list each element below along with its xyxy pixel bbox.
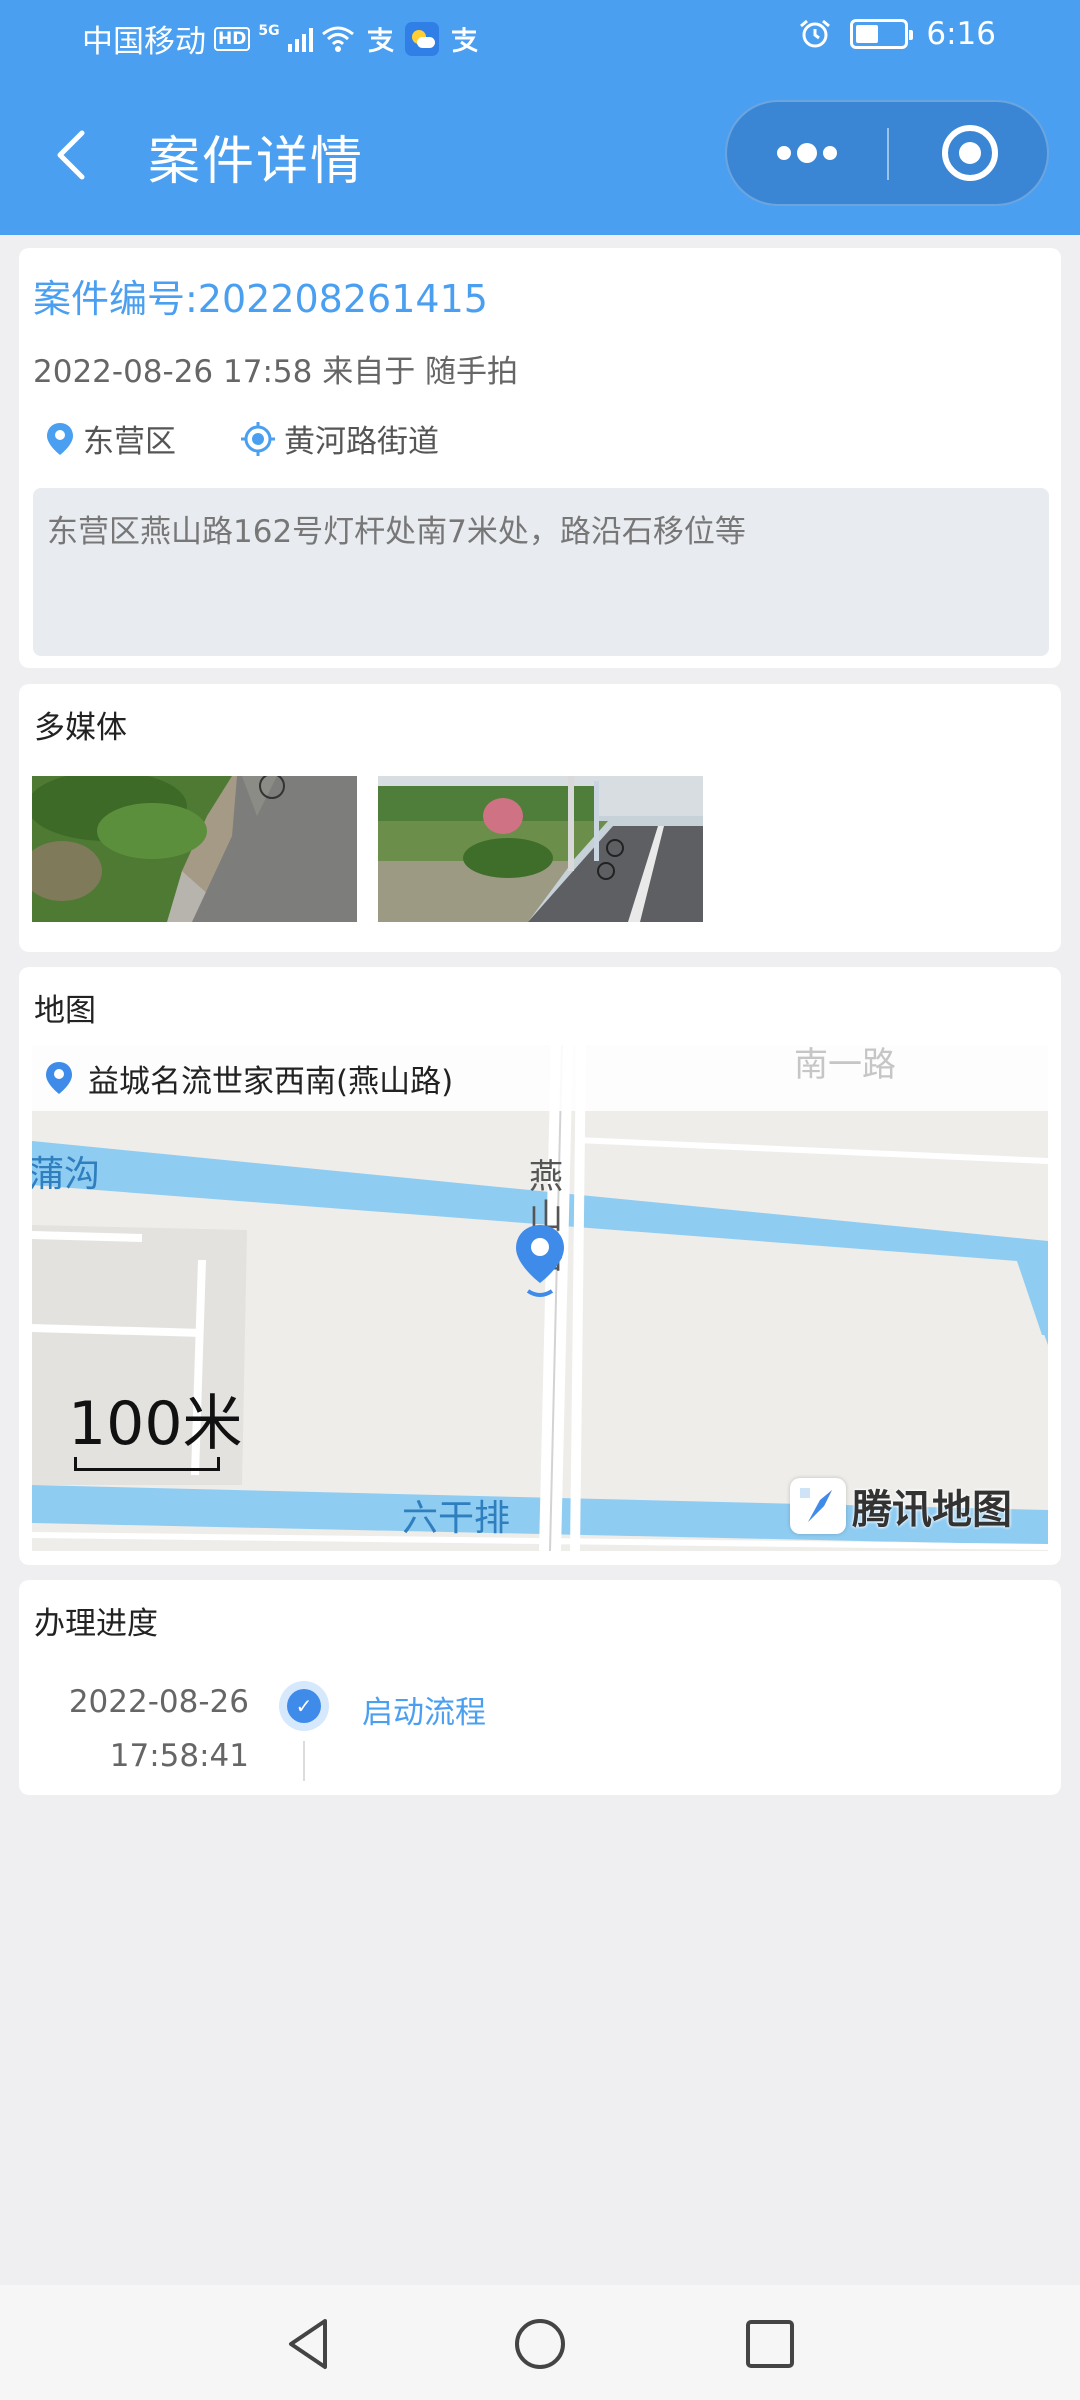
case-meta: 2022-08-26 17:58 来自于 随手拍 bbox=[33, 354, 519, 390]
case-description: 东营区燕山路162号灯杆处南7米处，路沿石移位等 bbox=[33, 488, 1049, 656]
battery-icon bbox=[850, 19, 914, 49]
chevron-left-icon[interactable] bbox=[40, 115, 110, 195]
timeline-connector bbox=[303, 1741, 305, 1781]
target-close-icon[interactable] bbox=[891, 102, 1049, 204]
map-provider-name: 腾讯地图 bbox=[852, 1487, 1012, 1533]
header-bar: 案件详情 bbox=[0, 75, 1080, 235]
compass-icon bbox=[790, 1478, 846, 1534]
recents-square-icon[interactable] bbox=[735, 2309, 805, 2379]
timeline-datetime: 2022-08-26 17:58:41 bbox=[69, 1675, 249, 1783]
clock: 6:16 bbox=[926, 16, 996, 52]
map-marker-icon[interactable] bbox=[510, 1221, 570, 1301]
map-view[interactable]: 益城名流世家西南(燕山路) 南一路 蒲沟 燕 山 路 六干排 100米 腾讯地图 bbox=[32, 1045, 1048, 1551]
map-water-label: 六干排 bbox=[402, 1498, 511, 1539]
district-tag: 东营区 bbox=[45, 416, 176, 461]
photo-thumbnail[interactable] bbox=[378, 776, 703, 922]
check-circle-icon: ✓ bbox=[279, 1681, 329, 1731]
district-label: 东营区 bbox=[83, 424, 176, 460]
alarm-icon bbox=[800, 19, 831, 48]
map-section-title: 地图 bbox=[34, 993, 96, 1029]
weather-icon bbox=[404, 21, 439, 56]
wifi-icon bbox=[321, 26, 354, 52]
map-road-label: 南一路 bbox=[794, 1045, 896, 1085]
carrier-label: 中国移动 bbox=[82, 24, 206, 60]
timeline-item: 2022-08-26 17:58:41 ✓ 启动流程 bbox=[19, 1675, 1061, 1785]
system-nav-bar bbox=[0, 2285, 1080, 2400]
network-type: 5G bbox=[258, 22, 280, 39]
map-provider-logo: 腾讯地图 bbox=[790, 1477, 1012, 1535]
more-dots-icon[interactable] bbox=[727, 102, 887, 204]
case-number: 案件编号:202208261415 bbox=[33, 277, 488, 321]
media-section-title: 多媒体 bbox=[34, 710, 127, 746]
location-row: 东营区 黄河路街道 bbox=[45, 416, 503, 461]
map-scale-label: 100米 bbox=[68, 1389, 243, 1459]
progress-section-title: 办理进度 bbox=[34, 1606, 158, 1642]
hd-badge: HD bbox=[214, 26, 251, 51]
map-water-label: 蒲沟 bbox=[32, 1154, 101, 1195]
case-info-card: 案件编号:202208261415 2022-08-26 17:58 来自于 随… bbox=[19, 248, 1061, 668]
media-card: 多媒体 bbox=[19, 684, 1061, 952]
mini-program-capsule bbox=[725, 100, 1049, 206]
location-pin-icon bbox=[46, 1062, 72, 1094]
progress-card: 办理进度 2022-08-26 17:58:41 ✓ 启动流程 bbox=[19, 1580, 1061, 1795]
alipay-icon bbox=[367, 26, 394, 52]
timeline-time: 17:58:41 bbox=[109, 1738, 249, 1774]
back-triangle-icon[interactable] bbox=[275, 2309, 345, 2379]
map-card: 地图 益城名流世家西南(燕山路) 南一路 蒲沟 燕 山 六干排 100米 腾讯地… bbox=[19, 967, 1061, 1565]
timeline-date: 2022-08-26 bbox=[68, 1684, 249, 1720]
home-circle-icon[interactable] bbox=[505, 2309, 575, 2379]
alipay-icon bbox=[451, 26, 478, 52]
location-pin-icon bbox=[47, 422, 73, 455]
photo-thumbnail[interactable] bbox=[32, 776, 357, 922]
status-right: 6:16 bbox=[798, 16, 996, 52]
map-scale-bar bbox=[74, 1457, 220, 1471]
map-address: 益城名流世家西南(燕山路) bbox=[88, 1063, 454, 1100]
street-label: 黄河路街道 bbox=[284, 424, 439, 460]
capsule-divider bbox=[887, 128, 889, 180]
status-left: 中国移动 HD 5G bbox=[82, 16, 481, 61]
timeline-step: 启动流程 bbox=[362, 1695, 486, 1731]
status-bar: 中国移动 HD 5G 6:16 bbox=[0, 0, 1080, 75]
crosshair-icon bbox=[241, 421, 275, 456]
page-title: 案件详情 bbox=[148, 132, 365, 192]
street-tag: 黄河路街道 bbox=[240, 416, 439, 461]
signal-icon bbox=[287, 26, 313, 52]
